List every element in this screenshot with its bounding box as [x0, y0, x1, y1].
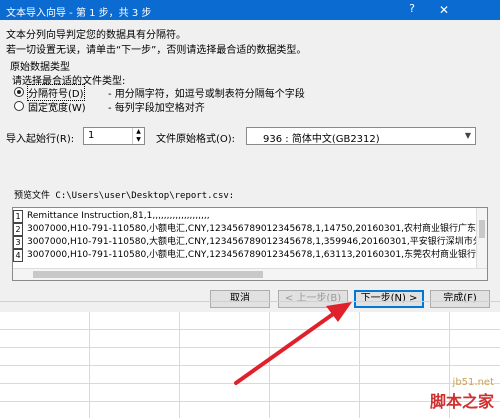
watermark-site: jb51.net: [452, 377, 494, 388]
annotation-arrow-icon: [234, 302, 352, 385]
watermark-brand: 脚本之家: [429, 392, 494, 411]
watermark: jb51.net 脚本之家: [430, 377, 494, 412]
